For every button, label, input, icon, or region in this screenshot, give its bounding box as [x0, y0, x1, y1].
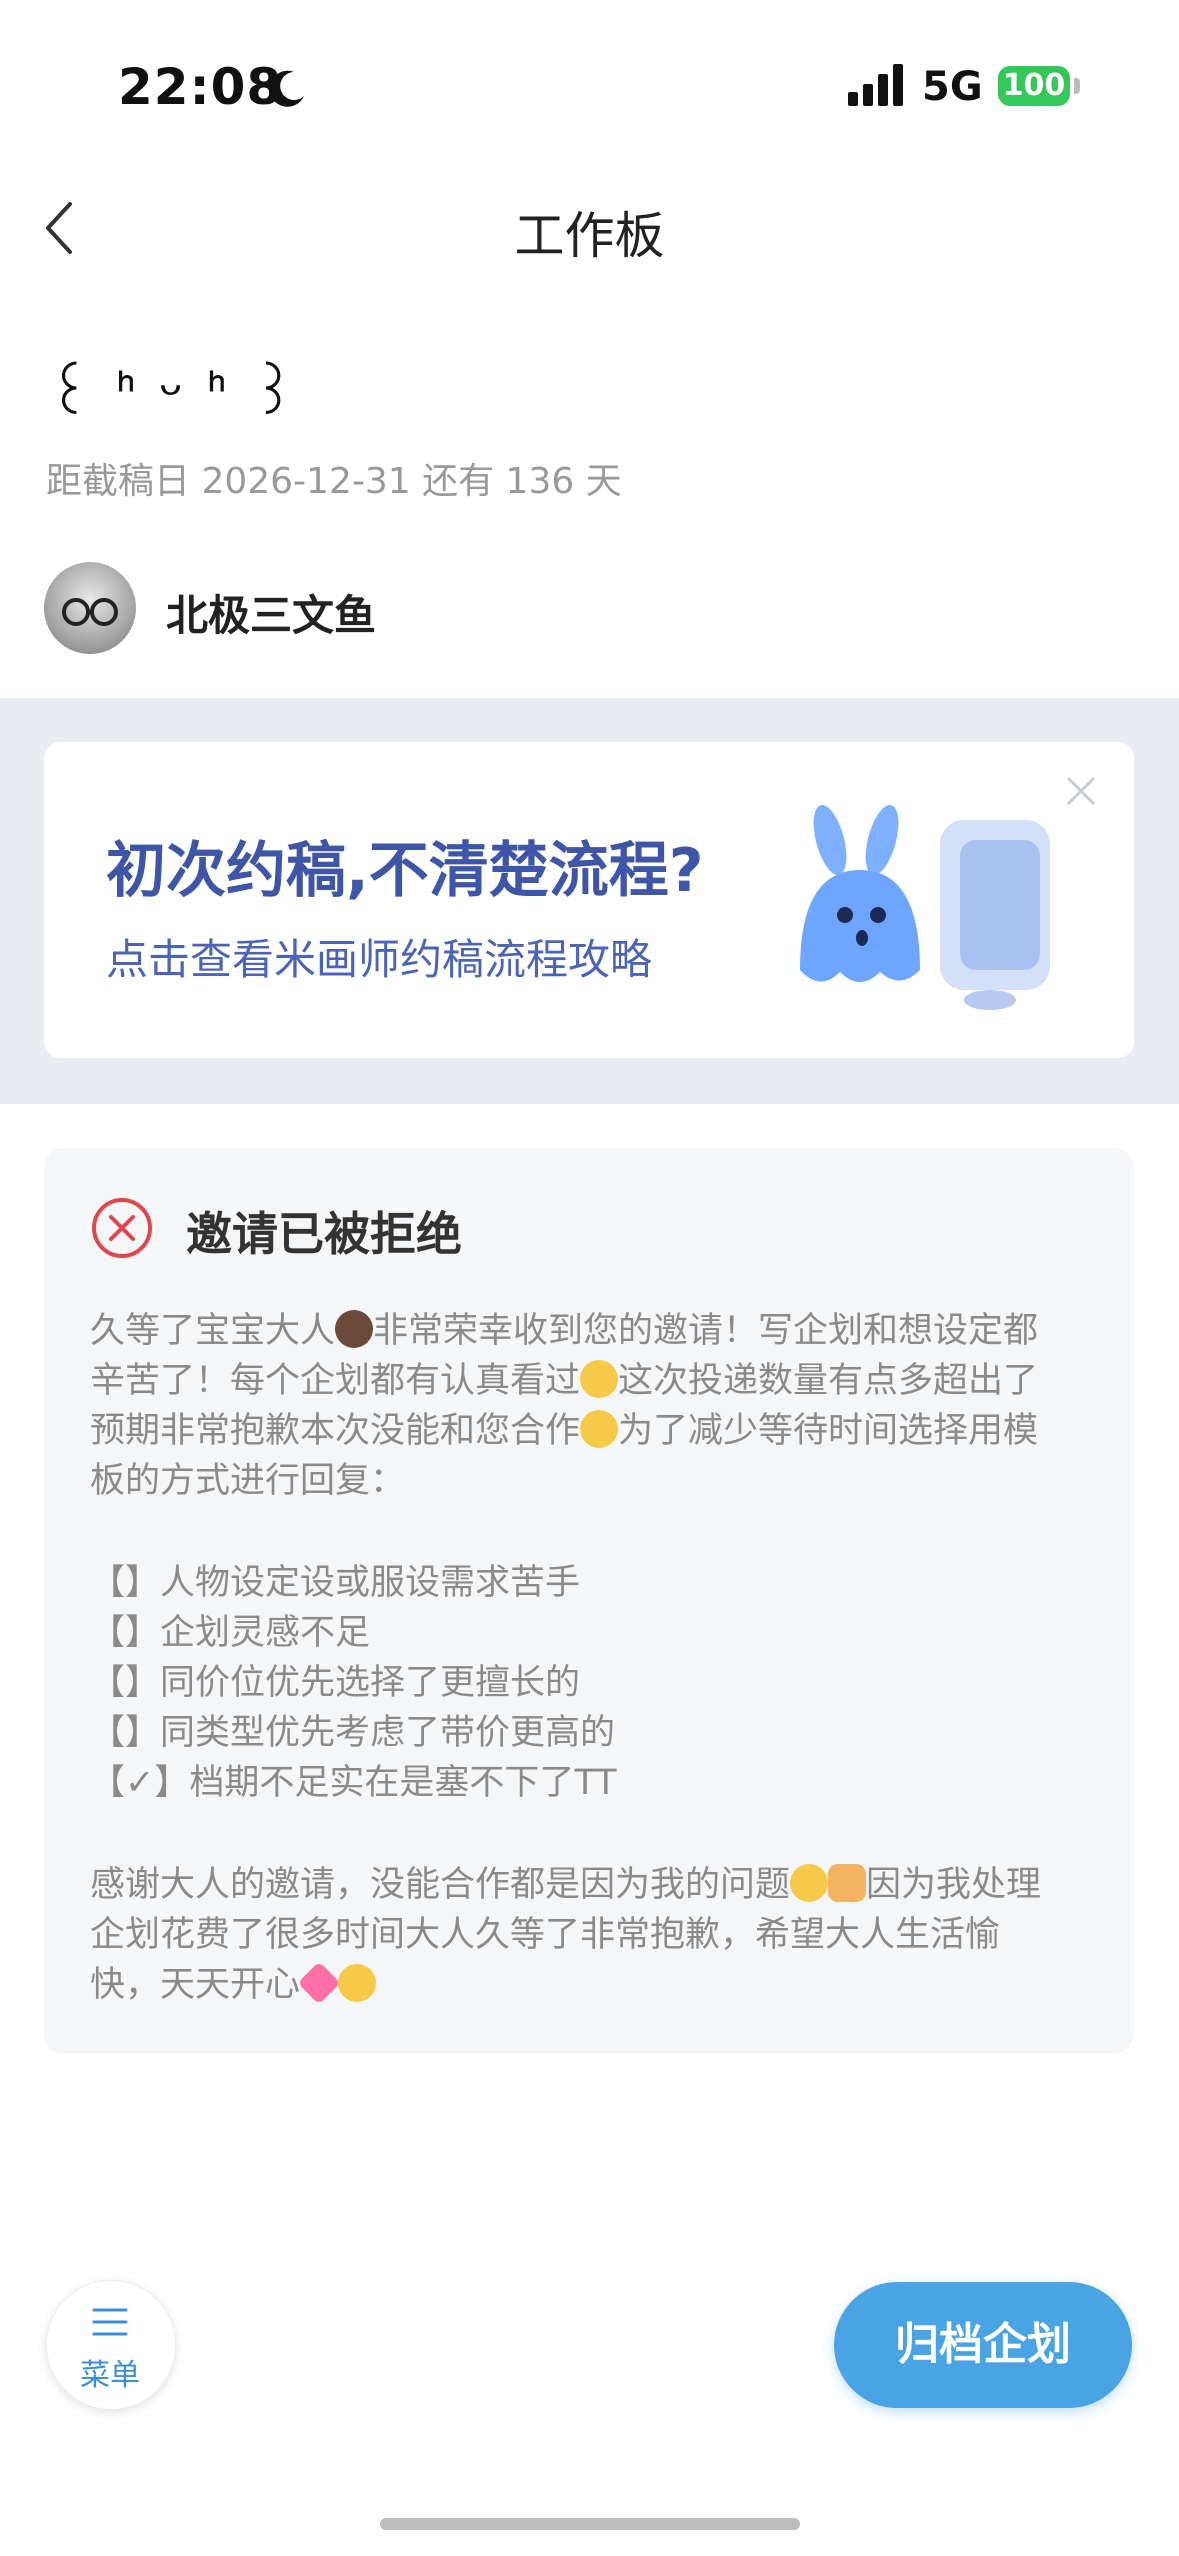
rejection-title: 邀请已被拒绝 [186, 1207, 462, 1261]
person-emoji-icon [335, 1310, 374, 1348]
message-line: 久等了宝宝大人 非常荣幸收到您的邀请！写企划和想设定都 [90, 1310, 1039, 1351]
cellular-signal-icon [848, 64, 903, 106]
option-line: 【】企划灵感不足 [90, 1613, 371, 1653]
message-line: 企划花费了很多时间大人久等了非常抱歉，希望大人生活愉 [90, 1915, 1001, 1955]
message-line: 板的方式进行回复： [90, 1461, 406, 1501]
rejected-x-icon [92, 1198, 152, 1258]
home-indicator[interactable] [380, 2518, 800, 2530]
battery-indicator: 100 [998, 66, 1070, 106]
status-time: 22:08 [118, 58, 283, 116]
avatar-glasses-icon [62, 598, 118, 626]
option-line: 【】同类型优先考虑了带价更高的 [90, 1713, 616, 1753]
message-line: 预期非常抱歉本次没能和您合作 为了减少等待时间选择用模 [90, 1410, 1039, 1451]
archive-plan-button[interactable]: 归档企划 [834, 2282, 1132, 2408]
mascot-illustration-icon [800, 805, 1050, 1010]
banner-title: 初次约稿,不清楚流程? [106, 836, 704, 906]
crying-cat-emoji-icon [580, 1360, 619, 1398]
message-line: 辛苦了！每个企划都有认真看过 这次投递数量有点多超出了 [90, 1360, 1039, 1401]
status-bar: 22:08 5G 100 [0, 0, 1179, 170]
pleading-face-emoji-icon [338, 1964, 377, 2002]
network-type: 5G [922, 64, 983, 110]
heart-hands-emoji-icon [828, 1864, 867, 1902]
menu-hamburger-icon [92, 2308, 128, 2336]
message-line: 快，天天开心 [90, 1960, 377, 2010]
option-line: 【】人物设定设或服设需求苦手 [90, 1563, 581, 1603]
sparkling-heart-emoji-icon [297, 1961, 341, 2005]
plan-title: ꒰ ᑋ ᵕ ᑋ ꒱ [46, 359, 299, 429]
moon-icon [269, 70, 304, 107]
deadline-text: 距截稿日 2026-12-31 还有 136 天 [46, 461, 622, 502]
battery-tip [1074, 78, 1080, 94]
option-line-checked: 【✓】档期不足实在是塞不下了TT [90, 1763, 617, 1803]
pleading-face-emoji-icon [790, 1864, 829, 1902]
page-title: 工作板 [514, 207, 665, 265]
pleading-face-emoji-icon [580, 1410, 619, 1448]
option-line: 【】同价位优先选择了更擅长的 [90, 1663, 581, 1703]
message-line: 感谢大人的邀请，没能合作都是因为我的问题 因为我处理 [90, 1864, 1042, 1905]
menu-label: 菜单 [80, 2358, 140, 2393]
banner-subtitle[interactable]: 点击查看米画师约稿流程攻略 [106, 926, 652, 987]
avatar[interactable] [44, 562, 136, 654]
author-name[interactable]: 北极三文鱼 [166, 582, 376, 643]
